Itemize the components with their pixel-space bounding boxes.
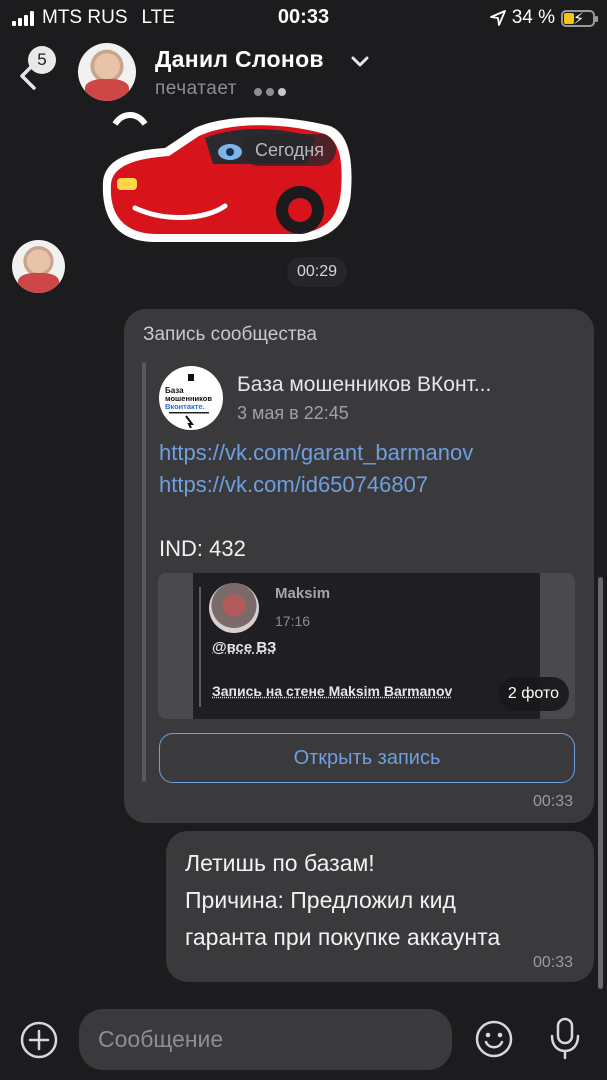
- emoji-icon[interactable]: [474, 1019, 514, 1059]
- typing-status: печатает: [155, 78, 237, 99]
- post-body-text: IND: 432: [159, 536, 246, 561]
- battery-icon: ⚡: [561, 9, 598, 28]
- shared-post-bubble[interactable]: Запись сообщества База мошенников Вконта…: [124, 309, 594, 823]
- post-link[interactable]: https://vk.com/garant_barmanov: [159, 437, 473, 469]
- status-right: 34 % ⚡: [489, 7, 598, 29]
- community-avatar[interactable]: База мошенников Вконтакте.: [159, 366, 223, 430]
- date-divider: Сегодня: [243, 134, 336, 166]
- plus-icon[interactable]: [20, 1021, 58, 1059]
- community-name[interactable]: База мошенников ВКонт...: [237, 373, 491, 397]
- unread-badge: 5: [28, 46, 56, 74]
- contact-name[interactable]: Данил Слонов: [155, 46, 324, 73]
- photo-author-name: Maksim: [275, 585, 331, 602]
- message-time: 00:33: [532, 793, 573, 810]
- outgoing-message-bubble[interactable]: Летишь по базам! Причина: Предложил кид …: [166, 831, 594, 982]
- photo-author-avatar: [209, 583, 259, 633]
- car-sticker[interactable]: [95, 112, 355, 250]
- scrollbar[interactable]: [598, 577, 603, 989]
- logo-line-3: Вконтакте.: [165, 402, 205, 411]
- microphone-icon[interactable]: [548, 1016, 582, 1060]
- chat-header: 5 Данил Слонов печатает: [0, 34, 607, 112]
- post-photo[interactable]: Maksim 17:16 @все ВЗ Запись на стене Mak…: [158, 573, 575, 719]
- chevron-down-icon[interactable]: [351, 56, 369, 68]
- status-bar: MTS RUS LTE 00:33 34 % ⚡: [0, 0, 607, 34]
- message-time: 00:33: [532, 954, 573, 971]
- contact-avatar[interactable]: [78, 43, 136, 101]
- photo-wall-text: Запись на стене Maksim Barmanov: [212, 683, 453, 699]
- battery-percent: 34 %: [511, 7, 555, 28]
- message-line: гаранта при покупке аккаунта: [185, 924, 501, 950]
- open-post-button[interactable]: Открыть запись: [159, 733, 575, 783]
- typing-dots-icon: [254, 88, 286, 96]
- photo-count-badge: 2 фото: [497, 677, 569, 711]
- photo-screenshot: Maksim 17:16 @все ВЗ Запись на стене Mak…: [193, 573, 540, 719]
- location-arrow-icon: [489, 10, 506, 26]
- post-link[interactable]: https://vk.com/id650746807: [159, 469, 473, 501]
- post-type-label: Запись сообщества: [143, 324, 317, 345]
- community-logo: База мошенников Вконтакте.: [165, 374, 212, 429]
- message-text: Летишь по базам! Причина: Предложил кид …: [185, 845, 500, 956]
- quote-bar: [142, 362, 146, 782]
- sticker-time: 00:29: [287, 257, 348, 287]
- photo-mention: @все ВЗ: [212, 639, 277, 656]
- post-text: https://vk.com/garant_barmanov https://v…: [159, 437, 473, 565]
- incoming-avatar[interactable]: [12, 240, 65, 293]
- photo-time: 17:16: [275, 613, 311, 629]
- post-date: 3 мая в 22:45: [237, 403, 349, 423]
- message-input[interactable]: Сообщение: [79, 1009, 452, 1070]
- message-line: Летишь по базам!: [185, 850, 375, 876]
- message-line: Причина: Предложил кид: [185, 887, 456, 913]
